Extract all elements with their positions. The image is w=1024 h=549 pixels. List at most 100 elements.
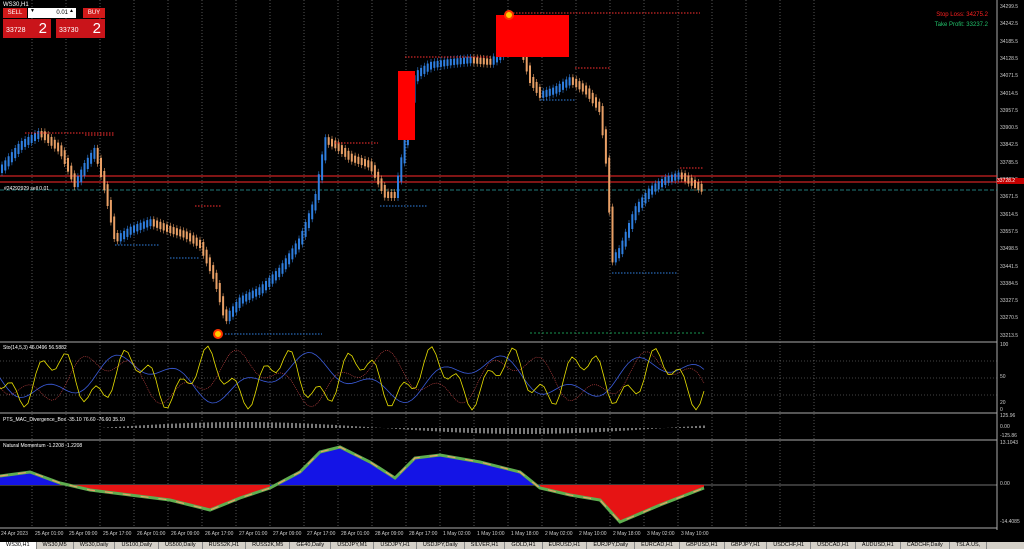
candle: [10, 152, 13, 163]
candle: [324, 137, 327, 161]
chart-tab[interactable]: SILVER,H1: [465, 542, 506, 549]
candle: [654, 183, 657, 192]
one-click-trading-panel: SELL ▼ 0.01 ▲ BUY 33728 2 33730 2: [3, 8, 105, 38]
candle: [591, 92, 594, 104]
candle: [545, 89, 548, 97]
candle: [443, 59, 446, 67]
candle: [542, 90, 545, 98]
candle: [265, 281, 267, 291]
lot-down-icon[interactable]: ▼: [30, 8, 35, 14]
symbol-tabs-bar: WS30,H1 WS30,M5 WS30,Daily US100,Daily US500…: [0, 542, 1024, 549]
chart-tab[interactable]: US500,Daily: [159, 542, 203, 549]
candle: [142, 221, 145, 229]
candle: [344, 147, 347, 157]
candle: [466, 57, 469, 64]
candle: [222, 296, 225, 316]
candle: [63, 150, 66, 164]
candle: [641, 197, 644, 208]
candle: [208, 257, 211, 272]
candle: [126, 228, 129, 237]
candle: [291, 248, 294, 260]
chart-tab[interactable]: EURUSD,H1: [543, 542, 588, 549]
candle: [578, 81, 581, 90]
chart-tab[interactable]: EURJPY,Daily: [587, 542, 636, 549]
candle: [618, 248, 621, 259]
chart-tab[interactable]: USDCAD,H1: [811, 542, 856, 549]
chart-tab[interactable]: GOLD,H1: [505, 542, 543, 549]
chart-tab[interactable]: GBPUSD,H1: [680, 542, 725, 549]
momentum-area: [340, 447, 370, 485]
time-tick: 1 May 18:00: [511, 531, 539, 537]
chart-tab[interactable]: USDCHF,H1: [767, 542, 812, 549]
candle: [644, 193, 647, 204]
candle: [47, 134, 50, 143]
sell-button[interactable]: SELL: [3, 8, 27, 18]
chart-tab[interactable]: AUDUSD,H1: [856, 542, 901, 549]
chart-tab[interactable]: USDJPY,Daily: [417, 542, 465, 549]
chart-canvas[interactable]: [0, 0, 1024, 549]
candle: [390, 192, 393, 198]
candle: [548, 88, 551, 96]
chart-tab[interactable]: GBPJPY,H1: [725, 542, 768, 549]
chart-tab[interactable]: CADCHF,Daily: [901, 542, 950, 549]
candle: [314, 194, 317, 211]
candle: [565, 79, 568, 88]
candle: [347, 150, 350, 160]
chart-tab[interactable]: USDJPY,H1: [374, 542, 417, 549]
candle: [420, 67, 423, 77]
chart-tab[interactable]: TSLA.US,: [950, 542, 988, 549]
lot-size-field[interactable]: ▼ 0.01 ▲: [28, 8, 76, 18]
candle: [354, 155, 357, 163]
lot-up-icon[interactable]: ▲: [69, 8, 74, 14]
buy-button[interactable]: BUY: [83, 8, 105, 18]
candle: [377, 171, 380, 185]
price-tick: 33671.5: [1000, 194, 1019, 201]
candle: [667, 175, 670, 183]
candle: [317, 174, 320, 200]
candle: [482, 58, 485, 65]
chart-tab[interactable]: RUSS2K,H1: [203, 542, 247, 549]
macd-label: PTS_MAC_Divergence_Box -35.10 76.60 -76.…: [3, 417, 126, 423]
candle: [555, 86, 558, 94]
candle: [261, 284, 264, 294]
candle: [486, 58, 489, 65]
candle: [80, 169, 83, 183]
chart-tab[interactable]: EURCAD,H1: [635, 542, 680, 549]
candle: [133, 225, 135, 233]
sell-price[interactable]: 33728 2: [3, 19, 51, 38]
candle: [364, 159, 366, 167]
momentum-area: [415, 455, 440, 485]
candle: [185, 231, 188, 240]
stoch-label: Sto(14,5,3) 46.0496 56.5882: [3, 345, 67, 351]
chart-tab[interactable]: USDJPY,M1: [331, 542, 375, 549]
signal-dot: [504, 10, 514, 20]
candle: [416, 70, 419, 82]
candle: [235, 301, 238, 313]
indicator-tick: 0.00: [1000, 481, 1010, 487]
chart-tab[interactable]: RUSS2K,M5: [246, 542, 291, 549]
sell-price-main: 33728: [6, 27, 26, 34]
candle: [469, 57, 472, 64]
indicator-tick: -125.86: [1000, 433, 1017, 439]
chart-tab[interactable]: WS30,Daily: [74, 542, 116, 549]
candle: [268, 277, 271, 287]
candle: [103, 171, 106, 191]
candle: [1, 164, 3, 173]
candle: [60, 145, 63, 157]
chart-tab[interactable]: WS30,M5: [37, 542, 74, 549]
candle: [7, 156, 10, 167]
chart-tab[interactable]: WS30,H1: [0, 542, 37, 549]
candle: [670, 174, 673, 182]
buy-price[interactable]: 33730 2: [56, 19, 105, 38]
candle: [661, 179, 663, 188]
chart-tab[interactable]: US100,Daily: [115, 542, 160, 549]
candle: [492, 56, 495, 65]
chart-tab[interactable]: GE40,Daily: [290, 542, 332, 549]
candle: [53, 139, 56, 149]
indicator-tick: 125.96: [1000, 413, 1016, 419]
candle: [611, 206, 614, 263]
order-line-label: #24292929 sell 0.01: [4, 186, 50, 192]
take-profit-label: Take Profit: 33237.2: [934, 22, 988, 28]
time-tick: 28 Apr 09:00: [375, 531, 404, 537]
candle: [281, 263, 284, 274]
